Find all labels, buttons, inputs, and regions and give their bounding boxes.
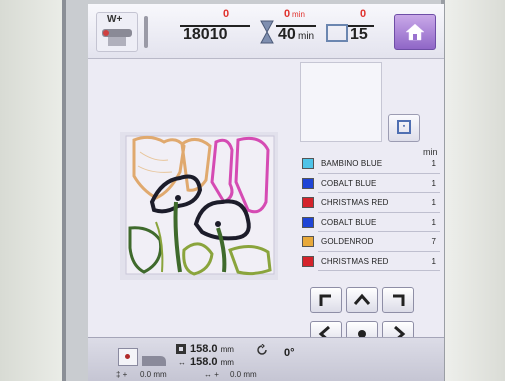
flower-design-icon	[125, 135, 275, 276]
offset-x-value: 0.0	[230, 370, 242, 379]
color-divider	[348, 25, 374, 27]
frame-trace-button[interactable]: ▪	[388, 114, 420, 142]
wplus-label: W+	[107, 14, 123, 25]
stitch-count-current: 0	[223, 8, 230, 20]
thread-list-item[interactable]: GOLDENROD 7	[300, 232, 442, 252]
color-current: 0	[360, 8, 367, 20]
arrow-up-right-icon	[393, 294, 405, 306]
offset-x-unit: mm	[243, 370, 257, 379]
width-arrows-icon: ↔	[178, 358, 186, 367]
sewing-machine-icon	[142, 356, 166, 366]
time-current: 0	[284, 8, 291, 20]
thread-name: CHRISTMAS RED	[321, 256, 389, 266]
thread-name: COBALT BLUE	[321, 217, 377, 227]
thread-name: CHRISTMAS RED	[321, 198, 389, 207]
move-up-right-button[interactable]	[382, 287, 414, 313]
bottom-status-bar: 158.0 mm ↔ 158.0 mm 0° ‡ + 0.0 mm ↔ + 0.…	[88, 337, 444, 381]
thread-swatch	[302, 177, 314, 189]
rotation-value: 0°	[284, 347, 295, 359]
thread-color-list: BAMBINO BLUE 1 COBALT BLUE 1 CHRISTMAS R…	[300, 154, 442, 271]
offset-y-unit: mm	[153, 370, 167, 379]
time-total: 40	[278, 26, 296, 43]
color-total: 15	[350, 26, 368, 43]
thread-minutes: 1	[431, 178, 436, 188]
vertical-offset-icon: ‡ +	[116, 370, 128, 379]
lcd-screen: W+ 0 18010 0 min 40 min 0 15 ▪ min BAMBI…	[88, 4, 444, 381]
thread-minutes: 1	[431, 198, 436, 207]
horizontal-offset-icon: ↔ +	[204, 370, 219, 379]
row-divider	[318, 270, 440, 271]
rotate-icon	[257, 344, 267, 355]
arrow-up-icon	[353, 293, 371, 305]
height-value: 158.0	[190, 343, 218, 355]
home-icon	[405, 23, 425, 41]
time-divider	[276, 25, 316, 27]
thread-preview-window	[300, 62, 382, 142]
move-up-left-button[interactable]	[310, 287, 342, 313]
thread-name: BAMBINO BLUE	[321, 159, 383, 168]
width-unit: mm	[220, 358, 234, 367]
time-total-unit: min	[298, 31, 315, 42]
thread-swatch	[302, 255, 314, 267]
thread-name: COBALT BLUE	[321, 178, 377, 188]
thread-minutes: 1	[431, 159, 436, 168]
move-up-button[interactable]	[346, 287, 378, 313]
thread-swatch	[302, 236, 314, 247]
height-unit: mm	[220, 345, 234, 354]
thread-swatch	[302, 197, 314, 208]
time-current-unit: min	[292, 10, 305, 19]
presser-foot-icon	[102, 29, 132, 46]
thread-list-item[interactable]: CHRISTMAS RED 1	[300, 252, 442, 271]
embroidery-design-preview	[120, 132, 278, 280]
needle-icon	[144, 16, 148, 48]
stitch-divider	[180, 25, 250, 27]
size-icon	[176, 344, 186, 354]
width-value: 158.0	[190, 356, 218, 368]
offset-y-value: 0.0	[140, 370, 152, 379]
thread-list-item[interactable]: COBALT BLUE 1	[300, 213, 442, 232]
thread-list-item[interactable]: BAMBINO BLUE 1	[300, 154, 442, 174]
thread-list-item[interactable]: COBALT BLUE 1	[300, 174, 442, 193]
home-button[interactable]	[394, 14, 436, 50]
arrow-up-left-icon	[319, 294, 331, 306]
thread-minutes: 1	[431, 217, 436, 227]
thread-list-item[interactable]: CHRISTMAS RED 1	[300, 193, 442, 213]
thread-name: GOLDENROD	[321, 237, 374, 246]
top-status-bar: W+ 0 18010 0 min 40 min 0 15	[88, 4, 444, 59]
frame-icon	[326, 24, 348, 42]
hourglass-icon	[260, 20, 274, 44]
frame-trace-icon: ▪	[397, 120, 411, 134]
thread-swatch	[302, 216, 314, 228]
thread-minutes: 1	[431, 256, 436, 266]
stitch-indicator-button[interactable]	[118, 348, 138, 366]
stitch-count-total: 18010	[183, 26, 228, 43]
thread-minutes: 7	[431, 237, 436, 246]
thread-swatch	[302, 158, 314, 169]
wide-table-button[interactable]: W+	[96, 12, 138, 52]
